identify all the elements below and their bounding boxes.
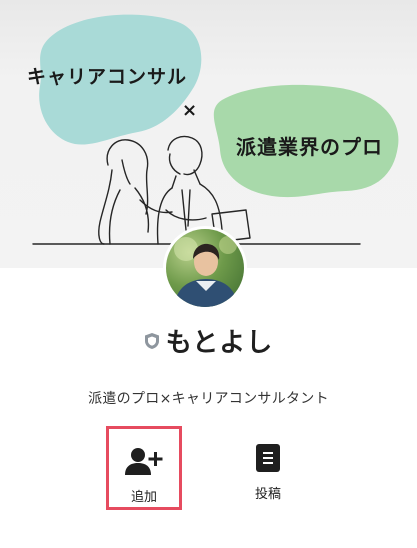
profile-bio: 派遣のプロ×キャリアコンサルタント [88, 391, 329, 407]
posts-button[interactable]: 投稿 [230, 426, 306, 510]
avatar[interactable] [163, 226, 247, 310]
add-friend-label: 追加 [130, 490, 157, 505]
cover-text-career-consultant: キャリアコンサル [27, 66, 188, 88]
cover-text-staffing-pro: 派遣業界のプロ [236, 135, 383, 159]
avatar-photo [166, 229, 244, 307]
add-friend-icon [124, 446, 164, 480]
add-friend-button[interactable]: 追加 [106, 426, 182, 510]
profile-name: もとよし [0, 322, 417, 359]
post-document-icon [255, 443, 281, 477]
verified-shield-icon [144, 327, 160, 357]
posts-label: 投稿 [254, 487, 281, 502]
person-photo-icon [174, 236, 238, 307]
profile-name-text: もとよし [165, 328, 274, 358]
cover-text-cross: × [182, 100, 198, 121]
